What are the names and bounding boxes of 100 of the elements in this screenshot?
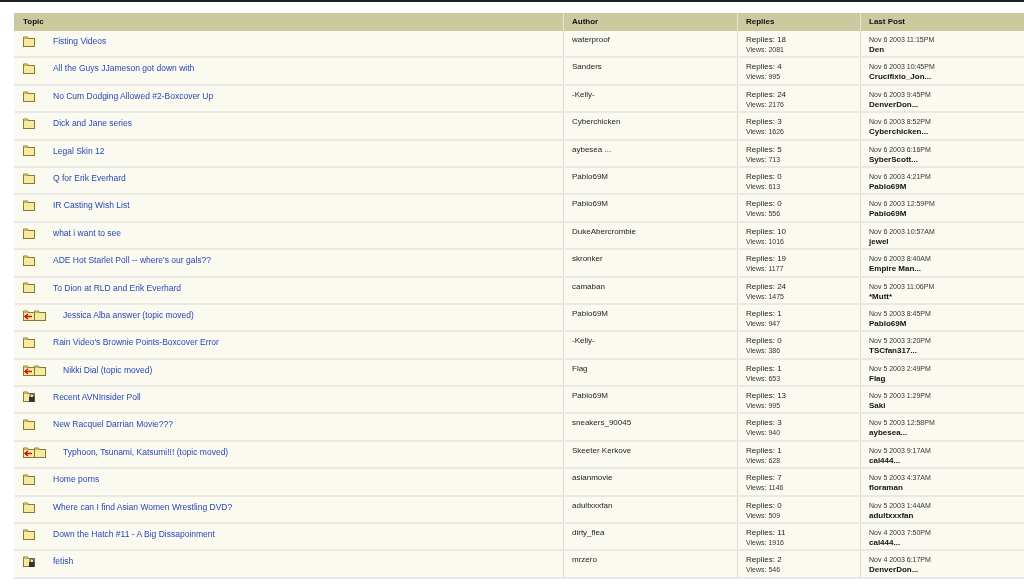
- last-poster: Pablo69M: [869, 318, 907, 329]
- folder-icon: [23, 501, 35, 513]
- author-name: sneakers_90045: [572, 418, 633, 429]
- author-name: adultxxxfan: [572, 500, 614, 511]
- last-poster: Cyberchicken...: [869, 127, 929, 138]
- reply-count: Replies: 2: [746, 555, 782, 566]
- folder-icon: [23, 63, 35, 75]
- author-name: Flag: [572, 363, 589, 374]
- folder-icon: [23, 227, 35, 239]
- last-poster: floraman: [869, 483, 903, 494]
- topic-link[interactable]: No Cum Dodging Allowed #2-Boxcover Up: [53, 89, 214, 103]
- author-name: -Kelly-: [572, 89, 596, 100]
- folder-icon: [23, 90, 35, 102]
- last-poster: adultxxxfan: [869, 510, 914, 521]
- last-poster: aybesea...: [869, 428, 908, 439]
- author-name: camaban: [572, 281, 606, 292]
- reply-count: Replies: 5: [746, 144, 782, 155]
- author-name: -Kelly-: [572, 336, 596, 347]
- folder-icon: [23, 118, 35, 130]
- topic-link[interactable]: Rain Video's Brownie Points-Boxcover Error: [53, 336, 219, 350]
- reply-count: Replies: 19: [746, 254, 787, 265]
- reply-count: Replies: 0: [746, 171, 782, 182]
- topic-link[interactable]: fetish: [53, 555, 74, 569]
- last-poster: Pablo69M: [869, 181, 907, 192]
- last-poster: Pablo69M: [869, 209, 907, 220]
- folder-icon: [23, 282, 35, 294]
- locked-folder-icon: [23, 391, 36, 404]
- reply-count: Replies: 1: [746, 363, 782, 374]
- topic-link[interactable]: New Racquel Darrian Movie???: [53, 418, 173, 432]
- author-name: Pablo69M: [572, 308, 610, 319]
- topic-link[interactable]: All the Guys JJameson got down with: [53, 62, 195, 76]
- topic-link[interactable]: Q for Erik Everhard: [53, 171, 126, 185]
- folder-icon: [23, 200, 35, 212]
- reply-count: Replies: 1: [746, 445, 782, 456]
- reply-count: Replies: 3: [746, 117, 782, 128]
- moved-folder-icon: [23, 364, 46, 376]
- author-name: asianmovie: [572, 473, 614, 484]
- reply-count: Replies: 24: [746, 281, 787, 292]
- reply-count: Replies: 18: [746, 35, 787, 45]
- last-poster: jewel: [869, 236, 889, 247]
- topic-link[interactable]: Dick and Jane series: [53, 117, 132, 130]
- topic-link[interactable]: To Dion at RLD and Erik Everhard: [53, 281, 182, 295]
- reply-count: Replies: 13: [746, 391, 787, 402]
- last-poster: Crucifixio_Jon...: [869, 72, 932, 83]
- author-name: waterproof: [572, 35, 611, 45]
- folder-icon: [23, 337, 35, 349]
- column-header: Replies: [746, 16, 775, 28]
- last-poster: TSCfan317...: [869, 346, 917, 357]
- folder-icon: [23, 419, 35, 431]
- topic-link[interactable]: Recent AVNInsider Poll: [53, 391, 141, 404]
- reply-count: Replies: 3: [746, 418, 782, 429]
- author-name: Pablo69M: [572, 171, 610, 182]
- author-name: Pablo69M: [572, 199, 610, 210]
- column-header: Topic: [23, 16, 44, 28]
- moved-folder-icon: [23, 309, 46, 321]
- last-poster: SyberScott...: [869, 154, 918, 165]
- author-name: Sanders: [572, 62, 603, 73]
- author-name: DukeAbercrombie: [572, 226, 638, 237]
- topic-link[interactable]: IR Casting Wish List: [53, 199, 130, 213]
- last-poster: DenverDon...: [869, 565, 919, 576]
- folder-icon: [23, 255, 35, 266]
- last-poster: DenverDon...: [869, 99, 919, 110]
- reply-count: Replies: 7: [746, 473, 782, 484]
- topic-link[interactable]: Jessica Alba answer (topic moved): [63, 308, 194, 322]
- author-name: aybesea ...: [572, 144, 613, 155]
- topic-link[interactable]: what i want to see: [53, 226, 122, 240]
- last-poster: Flag: [869, 373, 886, 384]
- folder-icon: [23, 35, 35, 47]
- author-name: Cyberchicken: [572, 117, 622, 128]
- reply-count: Replies: 24: [746, 89, 787, 100]
- topic-link[interactable]: Legal Skin 12: [53, 144, 105, 158]
- column-header: Author: [572, 16, 599, 28]
- reply-count: Replies: 4: [746, 62, 782, 73]
- topic-link[interactable]: ADE Hot Starlet Poll -- where's our gals??: [53, 254, 211, 267]
- topic-link[interactable]: Where can I find Asian Women Wrestling DVD?: [53, 500, 233, 514]
- author-name: mrzero: [572, 555, 598, 566]
- author-name: Skeeter Kerkove: [572, 445, 633, 456]
- folder-icon: [23, 474, 35, 486]
- folder-icon: [23, 528, 35, 540]
- topic-link[interactable]: Fisting Videos: [53, 35, 107, 48]
- author-name: skronker: [572, 254, 604, 265]
- last-poster: cal444...: [869, 538, 901, 549]
- reply-count: Replies: 0: [746, 500, 782, 511]
- author-name: Pablo69M: [572, 391, 610, 402]
- author-name: dirty_flea: [572, 528, 606, 539]
- topic-link[interactable]: Down the Hatch #11 - A Big Dissapoinment: [53, 528, 215, 541]
- reply-count: Replies: 10: [746, 226, 787, 237]
- reply-count: Replies: 1: [746, 308, 782, 319]
- topic-link[interactable]: Typhoon, Tsunami, Katsumi!!! (topic moved): [63, 445, 229, 459]
- topic-link[interactable]: Home porns: [53, 473, 100, 486]
- reply-count: Replies: 0: [746, 199, 782, 210]
- last-poster: Den: [869, 45, 885, 55]
- folder-icon: [23, 172, 35, 184]
- last-poster: cal444...: [869, 455, 901, 466]
- last-poster: Empire Man...: [869, 264, 921, 275]
- last-poster: Saki: [869, 401, 886, 412]
- moved-folder-icon: [23, 446, 46, 458]
- topic-link[interactable]: Nikki Dial (topic moved): [63, 363, 153, 377]
- reply-count: Replies: 0: [746, 336, 782, 347]
- folder-icon: [23, 145, 35, 157]
